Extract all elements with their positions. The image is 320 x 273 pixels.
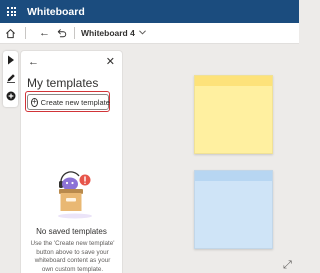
sticky-note-band — [195, 171, 272, 181]
pointer-icon[interactable] — [3, 51, 18, 69]
create-new-template-button[interactable]: + Create new template — [27, 94, 110, 110]
empty-state-description: Use the 'Create new template' button abo… — [30, 240, 115, 273]
undo-icon[interactable] — [53, 23, 70, 44]
empty-state-title: No saved templates — [36, 227, 107, 236]
sticky-note-yellow[interactable] — [194, 75, 273, 154]
toolbar-divider — [74, 27, 75, 39]
back-arrow-icon[interactable]: ← — [28, 56, 39, 68]
create-button-label: Create new template — [40, 97, 110, 107]
waffle-icon[interactable] — [0, 0, 23, 23]
chevron-down-icon[interactable] — [138, 29, 146, 37]
home-icon[interactable] — [0, 23, 21, 44]
toolbar-divider — [25, 27, 26, 39]
board-title[interactable]: Whiteboard 4 — [81, 28, 135, 38]
title-bar: Whiteboard — [0, 0, 299, 23]
sticky-note-band — [195, 76, 272, 86]
sticky-note-blue[interactable] — [194, 170, 273, 249]
tool-rail — [3, 51, 18, 107]
app-name: Whiteboard — [27, 5, 85, 18]
plus-circle-icon: + — [31, 97, 38, 107]
close-icon[interactable]: ✕ — [106, 55, 115, 68]
panel-heading: My templates — [27, 76, 99, 90]
add-icon[interactable] — [3, 87, 18, 105]
templates-panel: ← ✕ My templates + Create new template N… — [20, 50, 123, 273]
back-arrow-icon[interactable]: ← — [36, 23, 53, 44]
fit-to-screen-icon[interactable]: ⤢ — [283, 259, 292, 272]
toolbar: ← Whiteboard 4 — [0, 23, 299, 44]
pen-icon[interactable] — [3, 69, 18, 87]
empty-state-illustration — [58, 171, 92, 219]
